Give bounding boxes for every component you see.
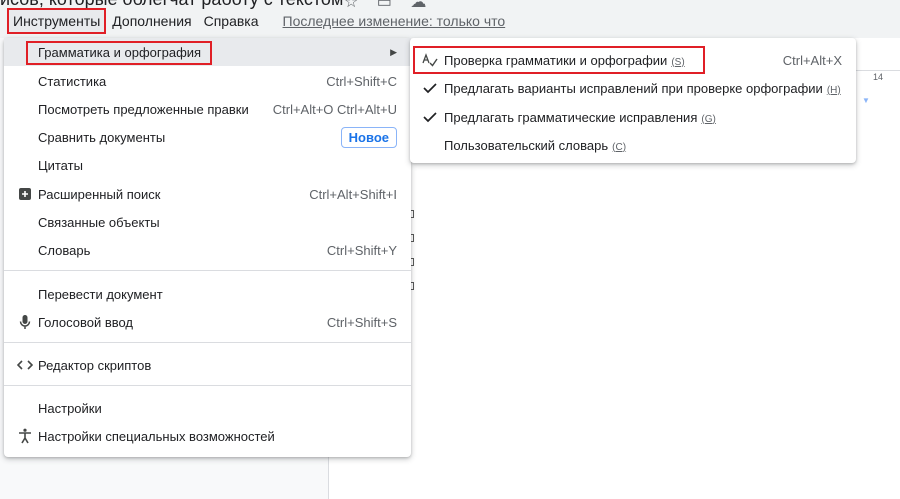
menu-item-explore[interactable]: Расширенный поиск Ctrl+Alt+Shift+I (4, 180, 411, 208)
checkmark-icon (422, 109, 438, 125)
mnemonic: (H) (826, 84, 841, 96)
code-icon (17, 357, 33, 373)
new-badge: Новое (340, 126, 397, 148)
menu-item-shortcut: Ctrl+Alt+O Ctrl+Alt+U (272, 101, 397, 117)
menu-item-compare-docs[interactable]: Сравнить документы Новое (4, 123, 411, 151)
submenu-item-label: Пользовательский словарь (C) (444, 137, 627, 153)
highlight-outline (26, 41, 212, 65)
menu-item-label: Расширенный поиск (38, 186, 161, 202)
mnemonic: (G) (701, 113, 716, 125)
menu-divider (4, 385, 411, 386)
menu-item-voice-typing[interactable]: Голосовой ввод Ctrl+Shift+S (4, 308, 411, 336)
accessibility-icon (17, 428, 33, 444)
menu-item-label: Настройки специальных возможностей (38, 428, 275, 444)
menu-item-label: Посмотреть предложенные правки (38, 101, 249, 117)
menubar: Инструменты Дополнения Справка Последнее… (0, 8, 512, 34)
submenu-item-label: Предлагать варианты исправлений при пров… (444, 80, 841, 96)
menu-item-label: Настройки (38, 400, 102, 416)
menu-item-dictionary[interactable]: Словарь Ctrl+Shift+Y (4, 236, 411, 264)
menu-item-translate[interactable]: Перевести документ (4, 280, 411, 308)
last-change-link[interactable]: Последнее изменение: только что (277, 10, 512, 32)
plus-box-icon (17, 186, 33, 202)
microphone-icon (17, 314, 33, 330)
checkmark-icon (422, 80, 438, 96)
menu-item-script-editor[interactable]: Редактор скриптов (4, 351, 411, 379)
menu-item-label: Связанные объекты (38, 214, 160, 230)
highlight-outline (413, 46, 705, 74)
menu-help[interactable]: Справка (198, 10, 265, 32)
menu-item-label: Статистика (38, 73, 107, 89)
mnemonic: (C) (612, 141, 627, 153)
menu-divider (4, 270, 411, 271)
menu-divider (4, 342, 411, 343)
menu-item-label: Редактор скриптов (38, 357, 152, 373)
menu-addons[interactable]: Дополнения (106, 10, 197, 32)
menu-item-shortcut: Ctrl+Shift+S (326, 314, 397, 330)
submenu-item-suggest-grammar[interactable]: Предлагать грамматические исправления (G) (410, 103, 856, 131)
ruler-mark: 14 (873, 72, 884, 82)
menu-item-label: Сравнить документы (38, 129, 166, 145)
menu-item-shortcut: Ctrl+Shift+Y (326, 242, 397, 258)
menu-item-shortcut: Ctrl+Shift+C (326, 73, 397, 89)
menu-item-label: Цитаты (38, 157, 83, 173)
submenu-item-label: Предлагать грамматические исправления (G) (444, 109, 716, 125)
ruler: 14 (855, 70, 900, 82)
indent-marker-icon[interactable]: ▼ (862, 96, 870, 105)
submenu-item-shortcut: Ctrl+Alt+X (782, 52, 842, 68)
menu-item-statistics[interactable]: Статистика Ctrl+Shift+C (4, 67, 411, 95)
menu-item-preferences[interactable]: Настройки (4, 394, 411, 422)
menu-item-label: Перевести документ (38, 286, 163, 302)
menu-item-suggested-edits[interactable]: Посмотреть предложенные правки Ctrl+Alt+… (4, 95, 411, 123)
menu-item-shortcut: Ctrl+Alt+Shift+I (309, 186, 397, 202)
submenu-item-suggest-spelling[interactable]: Предлагать варианты исправлений при пров… (410, 74, 856, 102)
menu-item-accessibility[interactable]: Настройки специальных возможностей (4, 422, 411, 450)
menu-tools[interactable]: Инструменты (7, 8, 107, 34)
tools-menu: Грамматика и орфография ▶ Статистика Ctr… (4, 38, 411, 457)
menu-item-label: Голосовой ввод (38, 314, 134, 330)
submenu-item-personal-dictionary[interactable]: Пользовательский словарь (C) (410, 131, 856, 159)
menu-item-citations[interactable]: Цитаты (4, 151, 411, 179)
menu-item-label: Словарь (38, 242, 91, 258)
menu-item-linked-objects[interactable]: Связанные объекты (4, 208, 411, 236)
submenu-arrow-icon: ▶ (390, 46, 397, 57)
